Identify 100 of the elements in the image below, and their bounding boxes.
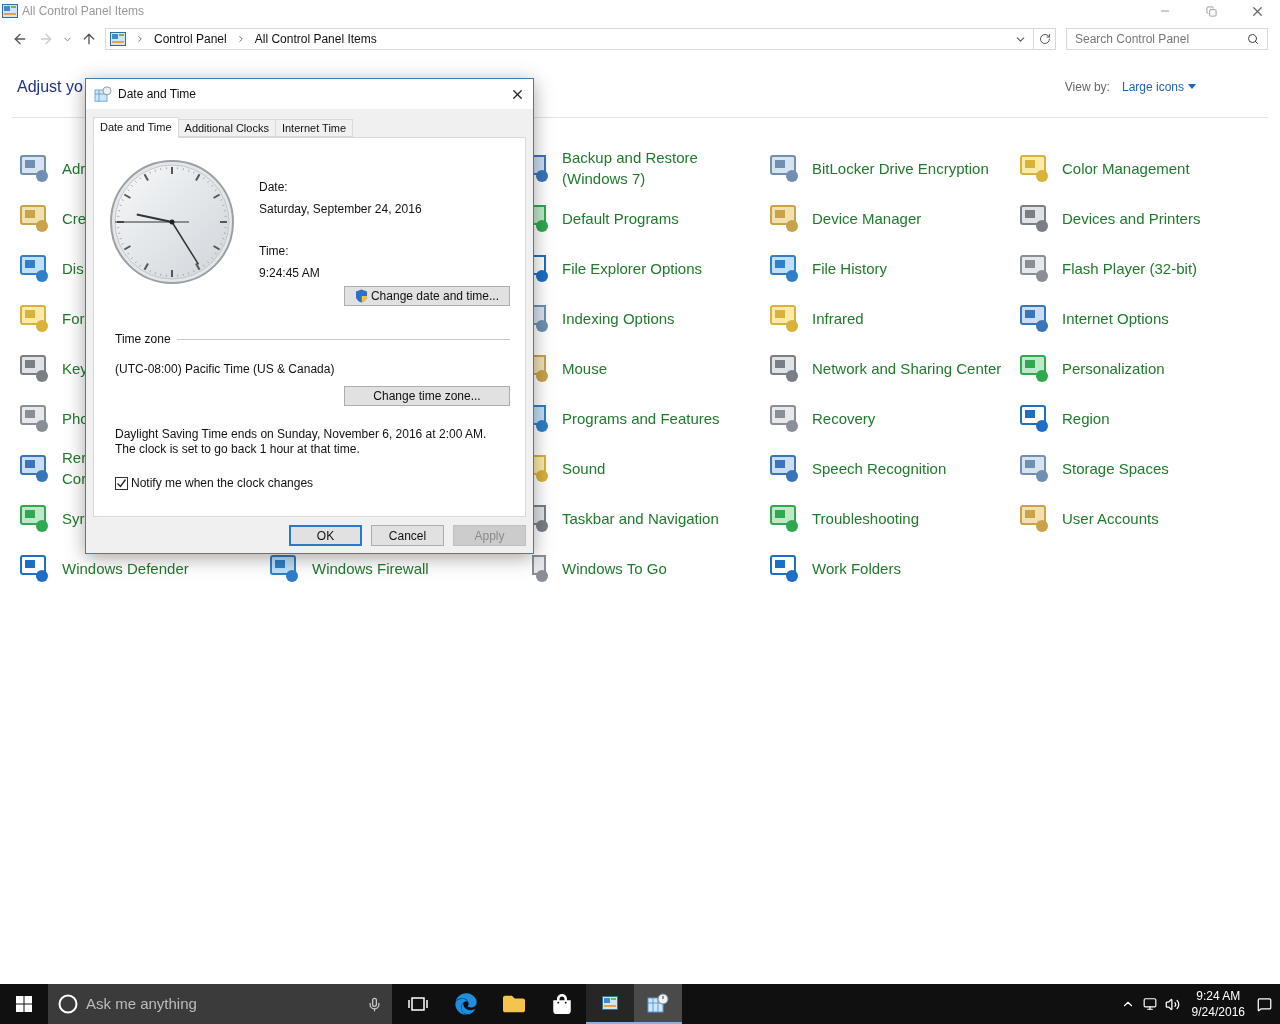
applet-icon: [18, 302, 50, 334]
applet-link[interactable]: Windows To Go: [562, 557, 752, 579]
taskbar-clock[interactable]: 9:24 AM 9/24/2016: [1187, 988, 1249, 1020]
dialog-button[interactable]: Cancel: [371, 525, 444, 546]
applet-link[interactable]: Dis: [62, 257, 86, 279]
applet-icon: [1018, 152, 1050, 184]
applet-icon: [768, 352, 800, 384]
applet-icon: [18, 252, 50, 284]
applet-icon: [768, 452, 800, 484]
applet-link[interactable]: Device Manager: [812, 207, 1002, 229]
view-by-dropdown[interactable]: Large icons: [1121, 77, 1196, 96]
applet-icon: [18, 202, 50, 234]
taskbar-app-button[interactable]: [586, 984, 634, 1024]
applet-link[interactable]: Windows Firewall: [312, 557, 502, 579]
dialog-title: Date and Time: [118, 86, 197, 103]
applet-link[interactable]: Devices and Printers: [1062, 207, 1252, 229]
applet-icon: [768, 402, 800, 434]
applet-link[interactable]: Rer Cor: [62, 447, 86, 489]
control-panel-icon: [602, 996, 618, 1010]
notify-checkbox[interactable]: Notify me when the clock changes: [109, 474, 510, 492]
time-zone-value: (UTC-08:00) Pacific Time (US & Canada): [114, 361, 336, 378]
applet-link[interactable]: Backup and Restore (Windows 7): [562, 147, 752, 189]
search-icon[interactable]: [1247, 33, 1259, 45]
control-panel-icon: [2, 4, 18, 18]
date-label: Date:: [259, 179, 289, 196]
taskbar-app-button[interactable]: [634, 984, 682, 1024]
change-time-zone-button[interactable]: Change time zone...: [344, 386, 510, 406]
breadcrumb[interactable]: All Control Panel Items: [254, 30, 377, 48]
applet-icon: [1018, 252, 1050, 284]
microphone-icon[interactable]: [367, 996, 382, 1012]
applet-link[interactable]: Mouse: [562, 357, 752, 379]
network-icon[interactable]: [1142, 997, 1157, 1011]
applet-link[interactable]: Internet Options: [1062, 307, 1252, 329]
applet-icon: [1018, 302, 1050, 334]
task-view-icon: [408, 996, 428, 1012]
time-zone-heading: Time zone: [115, 331, 171, 348]
applet-link[interactable]: Cre: [62, 207, 86, 229]
applet-link[interactable]: User Accounts: [1062, 507, 1252, 529]
applet-link[interactable]: File History: [812, 257, 1002, 279]
applet-link[interactable]: Syr: [62, 507, 86, 529]
applet-link[interactable]: Taskbar and Navigation: [562, 507, 752, 529]
applet-icon: [768, 302, 800, 334]
search-box[interactable]: Search Control Panel: [1066, 28, 1268, 50]
check-icon: [116, 477, 127, 489]
applet-icon: [18, 152, 50, 184]
applet-link[interactable]: Speech Recognition: [812, 457, 1002, 479]
refresh-icon[interactable]: [1038, 33, 1051, 45]
time-label: Time:: [259, 243, 290, 260]
restore-icon: [1205, 5, 1217, 17]
cortana-search-box[interactable]: Ask me anything: [48, 984, 392, 1024]
applet-link[interactable]: Work Folders: [812, 557, 1002, 579]
applet-icon: [18, 502, 50, 534]
caret-icon: [1188, 84, 1196, 89]
applet-link[interactable]: Indexing Options: [562, 307, 752, 329]
taskbar-search-field[interactable]: Ask me anything: [86, 992, 359, 1016]
applet-icon: [18, 452, 50, 484]
applet-icon: [768, 152, 800, 184]
search-field[interactable]: Search Control Panel: [1075, 30, 1247, 48]
applet-link[interactable]: Troubleshooting: [812, 507, 1002, 529]
applet-link[interactable]: Infrared: [812, 307, 1002, 329]
breadcrumb[interactable]: Control Panel: [154, 30, 227, 48]
dialog-tab[interactable]: Additional Clocks: [178, 119, 276, 137]
applet-link[interactable]: For: [62, 307, 86, 329]
applet-link[interactable]: Storage Spaces: [1062, 457, 1252, 479]
applet-link[interactable]: BitLocker Drive Encryption: [812, 157, 1002, 179]
applet-link[interactable]: Default Programs: [562, 207, 752, 229]
applet-link[interactable]: Personalization: [1062, 357, 1252, 379]
applet-link[interactable]: Recovery: [812, 407, 1002, 429]
applet-link[interactable]: File Explorer Options: [562, 257, 752, 279]
applet-link[interactable]: Windows Defender: [62, 557, 252, 579]
dialog-tab[interactable]: Internet Time: [275, 119, 354, 137]
calendar-clock-icon: [647, 993, 669, 1013]
dialog-button[interactable]: OK: [289, 525, 362, 546]
applet-link[interactable]: Adr: [62, 157, 86, 179]
address-bar[interactable]: Control Panel All Control Panel Items: [105, 28, 1056, 50]
applet-link[interactable]: Sound: [562, 457, 752, 479]
applet-icon: [1018, 402, 1050, 434]
chevron-right-icon: [135, 34, 145, 44]
volume-icon[interactable]: [1164, 996, 1180, 1012]
applet-icon: [768, 252, 800, 284]
applet-link[interactable]: Network and Sharing Center: [812, 357, 1002, 379]
time-value: 9:24:45 AM: [259, 265, 321, 282]
applet-link[interactable]: Region: [1062, 407, 1252, 429]
date-value: Saturday, September 24, 2016: [259, 201, 423, 218]
applet-icon: [768, 502, 800, 534]
applet-icon: [18, 552, 50, 584]
applet-icon: [768, 552, 800, 584]
applet-icon: [1018, 352, 1050, 384]
applet-link[interactable]: Programs and Features: [562, 407, 752, 429]
control-panel-icon: [110, 32, 126, 46]
applet-link[interactable]: Flash Player (32-bit): [1062, 257, 1252, 279]
notifications-icon[interactable]: [1257, 996, 1272, 1012]
page-heading: Adjust yo: [17, 76, 83, 97]
applet-link[interactable]: Color Management: [1062, 157, 1252, 179]
applet-icon: [1018, 202, 1050, 234]
change-date-time-button[interactable]: Change date and time...: [344, 286, 510, 306]
applet-icon: [268, 552, 300, 584]
dialog-tab[interactable]: Date and Time: [93, 117, 179, 138]
edge-icon: [455, 993, 477, 1015]
applet-icon: [768, 202, 800, 234]
